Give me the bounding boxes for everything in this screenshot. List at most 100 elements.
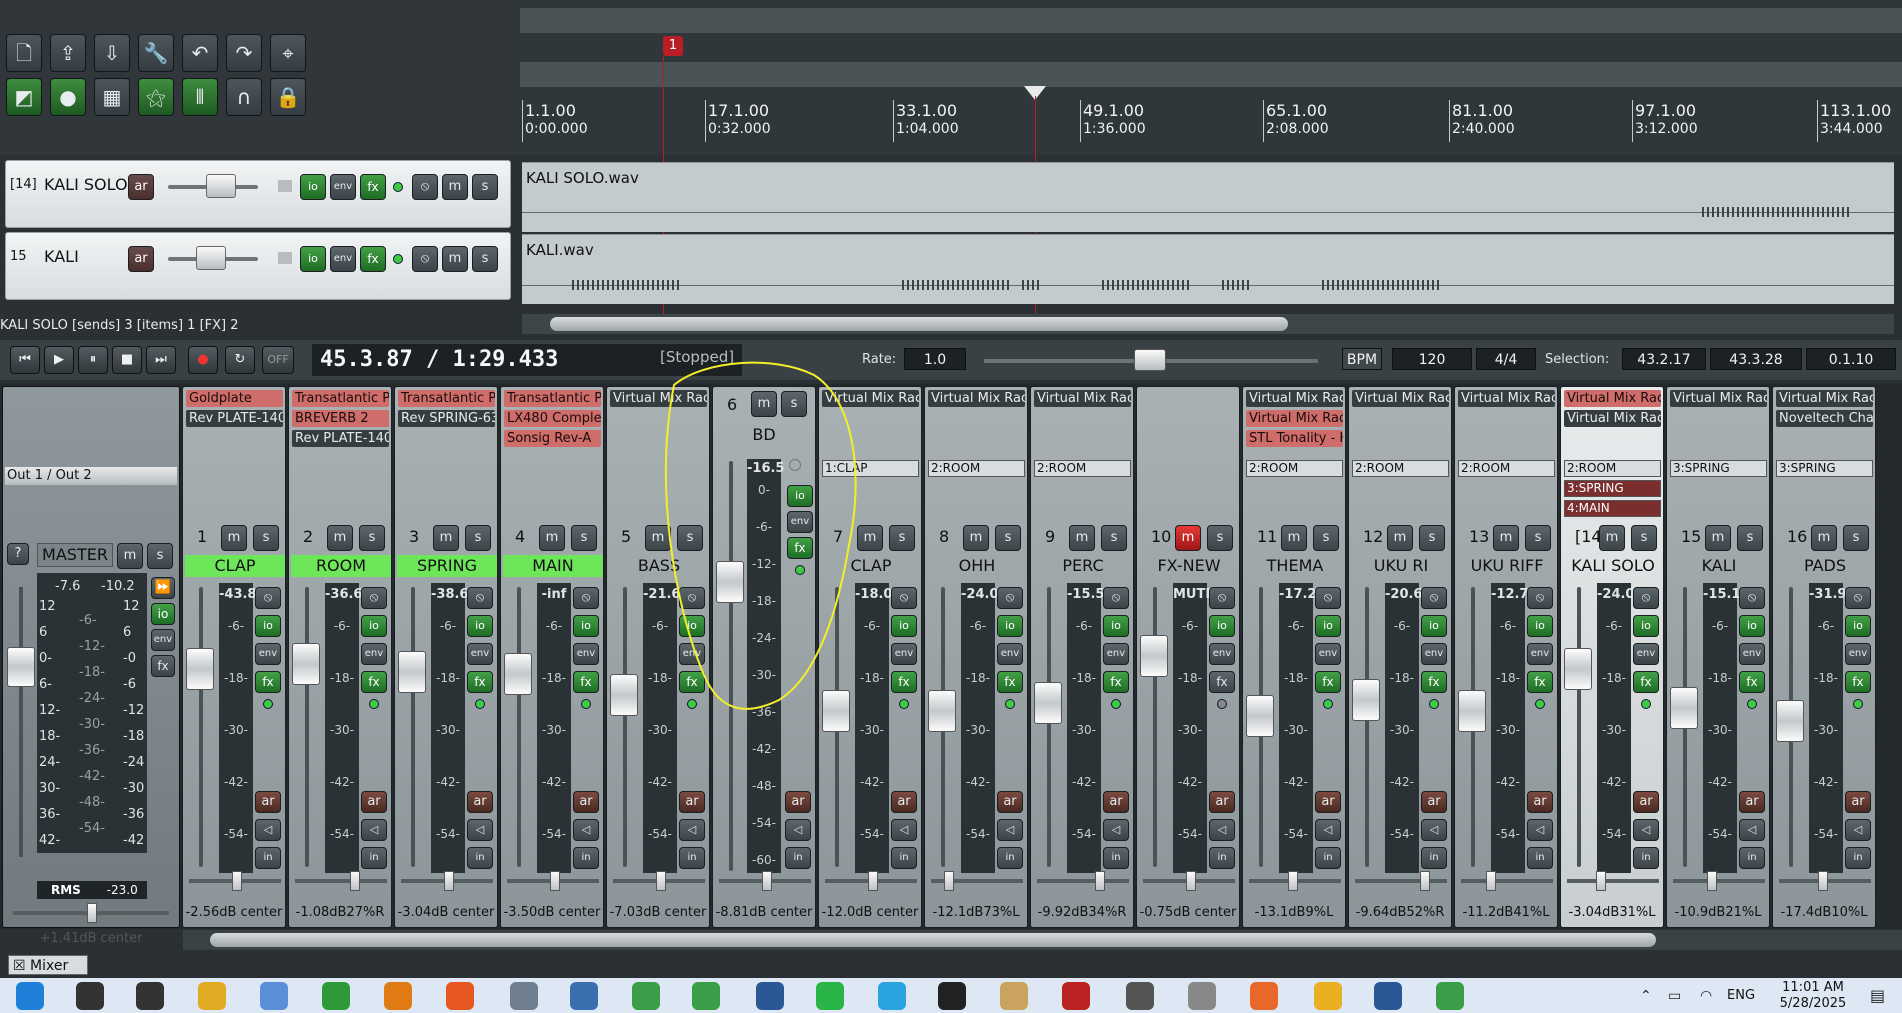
env-button[interactable]: env	[1209, 643, 1235, 665]
send-slot[interactable]: 3:SPRING	[1564, 480, 1661, 497]
arm-button[interactable]: ar	[1209, 791, 1235, 813]
monitor-button[interactable]: ◁	[891, 819, 917, 841]
master-fader-track[interactable]	[19, 587, 23, 857]
rate-slider-knob[interactable]	[1134, 349, 1166, 371]
volume-fader-track[interactable]	[1047, 587, 1051, 867]
audio-app-icon[interactable]	[938, 982, 966, 1010]
ripple-edit-icon[interactable]: ●	[50, 78, 86, 116]
mixer-strip-main[interactable]: Transatlantic Pl LX480 Complet Sonsig Rev-…	[500, 386, 604, 928]
track-name[interactable]: KALI SOLO	[1563, 555, 1663, 577]
env-button[interactable]: env	[1633, 643, 1659, 665]
grid-icon[interactable]: ▦	[94, 78, 130, 116]
fx-button[interactable]: fx	[1209, 671, 1235, 693]
fx-button[interactable]: fx	[997, 671, 1023, 693]
volume-fader-knob[interactable]	[1776, 700, 1804, 743]
track-name[interactable]: THEMA	[1245, 555, 1345, 577]
arm-button[interactable]: ar	[1845, 791, 1871, 813]
input-button[interactable]: in	[1633, 847, 1659, 869]
utorrent-icon[interactable]	[322, 982, 350, 1010]
track-io-button[interactable]: io	[300, 246, 326, 272]
pan-slider[interactable]	[1673, 879, 1765, 883]
monitor-button[interactable]: ◁	[1527, 819, 1553, 841]
track-name[interactable]: KALI SOLO	[44, 175, 128, 194]
env-button[interactable]: env	[573, 643, 599, 665]
mixer-hscroll-thumb[interactable]	[210, 933, 1656, 947]
mute-button[interactable]: m	[327, 525, 353, 551]
track-fx-button[interactable]: fx	[360, 174, 386, 200]
io-button[interactable]: io	[1633, 615, 1659, 637]
pan-knob[interactable]	[550, 871, 560, 891]
phase-button[interactable]: ⦸	[1739, 587, 1765, 609]
arm-button[interactable]: ar	[1103, 791, 1129, 813]
send-slot[interactable]: 2:ROOM	[1352, 460, 1449, 477]
send-slot[interactable]: 2:ROOM	[1246, 460, 1343, 477]
track-lane-kali-solo[interactable]: KALI SOLO.wav	[522, 162, 1894, 232]
volume-fader-track[interactable]	[1365, 587, 1369, 867]
fx-slot[interactable]: Noveltech Chara	[1776, 410, 1873, 427]
volume-fader-track[interactable]	[199, 587, 203, 867]
fx-slot[interactable]: Virtual Mix Rack	[928, 390, 1025, 407]
input-button[interactable]: in	[1103, 847, 1129, 869]
arm-button[interactable]: ar	[467, 791, 493, 813]
track-fx-button[interactable]: fx	[360, 246, 386, 272]
solo-button[interactable]: s	[1101, 525, 1127, 551]
mute-button[interactable]: m	[1493, 525, 1519, 551]
settings-icon[interactable]	[1126, 982, 1154, 1010]
master-fx-button[interactable]: fx	[151, 655, 175, 677]
env-button[interactable]: env	[1845, 643, 1871, 665]
io-button[interactable]: io	[997, 615, 1023, 637]
magnet-icon[interactable]: ∩	[226, 78, 262, 116]
metronome-icon[interactable]: ⌖	[270, 34, 306, 72]
solo-button[interactable]: s	[995, 525, 1021, 551]
fx-button[interactable]: fx	[1739, 671, 1765, 693]
monitor-button[interactable]: ◁	[361, 819, 387, 841]
pan-knob[interactable]	[350, 871, 361, 891]
phase-button[interactable]: ⦸	[997, 587, 1023, 609]
language-indicator[interactable]: ENG	[1727, 988, 1755, 1003]
task-view-icon[interactable]	[136, 982, 164, 1010]
env-button[interactable]: env	[891, 643, 917, 665]
track-name[interactable]: ROOM	[291, 555, 391, 577]
mixer-strip-fx-new[interactable]: 10 m s FX-NEW MUTE -6- -18- -30- -42- -54- ⦸ io env f…	[1136, 386, 1240, 928]
media-item-name[interactable]: KALI.wav	[526, 241, 594, 259]
master-io-button[interactable]: io	[151, 603, 175, 625]
volume-fader-knob[interactable]	[1034, 682, 1062, 724]
env-button[interactable]: env	[1421, 643, 1447, 665]
vlc-icon[interactable]	[384, 982, 412, 1010]
arm-button[interactable]: ar	[361, 791, 387, 813]
fx-button[interactable]: fx	[891, 671, 917, 693]
volume-fader-knob[interactable]	[504, 653, 532, 696]
pan-knob[interactable]	[1485, 871, 1496, 891]
track-lane-kali[interactable]: KALI.wav	[522, 234, 1894, 304]
item-lock-icon[interactable]: ⫴	[182, 78, 218, 116]
selection-start-field[interactable]: 43.2.17	[1622, 348, 1706, 370]
monitor-button[interactable]: ◁	[1209, 819, 1235, 841]
phase-button[interactable]: ⦸	[891, 587, 917, 609]
input-button[interactable]: in	[997, 847, 1023, 869]
volume-fader-knob[interactable]	[186, 648, 214, 691]
fx-slot[interactable]: Virtual Mix Rack	[1458, 390, 1555, 407]
monitor-button[interactable]: ◁	[1421, 819, 1447, 841]
monitor-button[interactable]: ◁	[573, 819, 599, 841]
scanner-icon[interactable]	[1188, 982, 1216, 1010]
solo-button[interactable]: s	[889, 525, 915, 551]
wifi-icon[interactable]: ◠	[1700, 988, 1712, 1004]
pan-knob[interactable]	[943, 871, 954, 891]
search-icon[interactable]	[76, 982, 104, 1010]
env-button[interactable]: env	[1103, 643, 1129, 665]
clock[interactable]: 11:01 AM 5/28/2025	[1768, 980, 1858, 1012]
monitor-button[interactable]: ◁	[1103, 819, 1129, 841]
arm-button[interactable]: ar	[1315, 791, 1341, 813]
solo-button[interactable]: s	[253, 525, 279, 551]
phase-button[interactable]: ⦸	[1103, 587, 1129, 609]
mixer-strip-uku-ri[interactable]: Virtual Mix Rack 2:ROOM 12ms UKU RI -20.6 -6-…	[1348, 386, 1452, 928]
send-slot[interactable]: 3:SPRING	[1776, 460, 1873, 477]
input-button[interactable]: in	[785, 847, 811, 869]
volume-fader-knob[interactable]	[1458, 689, 1486, 732]
time-signature-field[interactable]: 4/4	[1476, 348, 1536, 370]
track-mute-button[interactable]: m	[442, 246, 468, 272]
input-button[interactable]: in	[573, 847, 599, 869]
repeat-button[interactable]: ↻	[225, 346, 255, 374]
mixer-strip-pads[interactable]: Virtual Mix Rack Noveltech Chara 3:SPRING 1…	[1772, 386, 1876, 928]
input-button[interactable]: in	[1845, 847, 1871, 869]
